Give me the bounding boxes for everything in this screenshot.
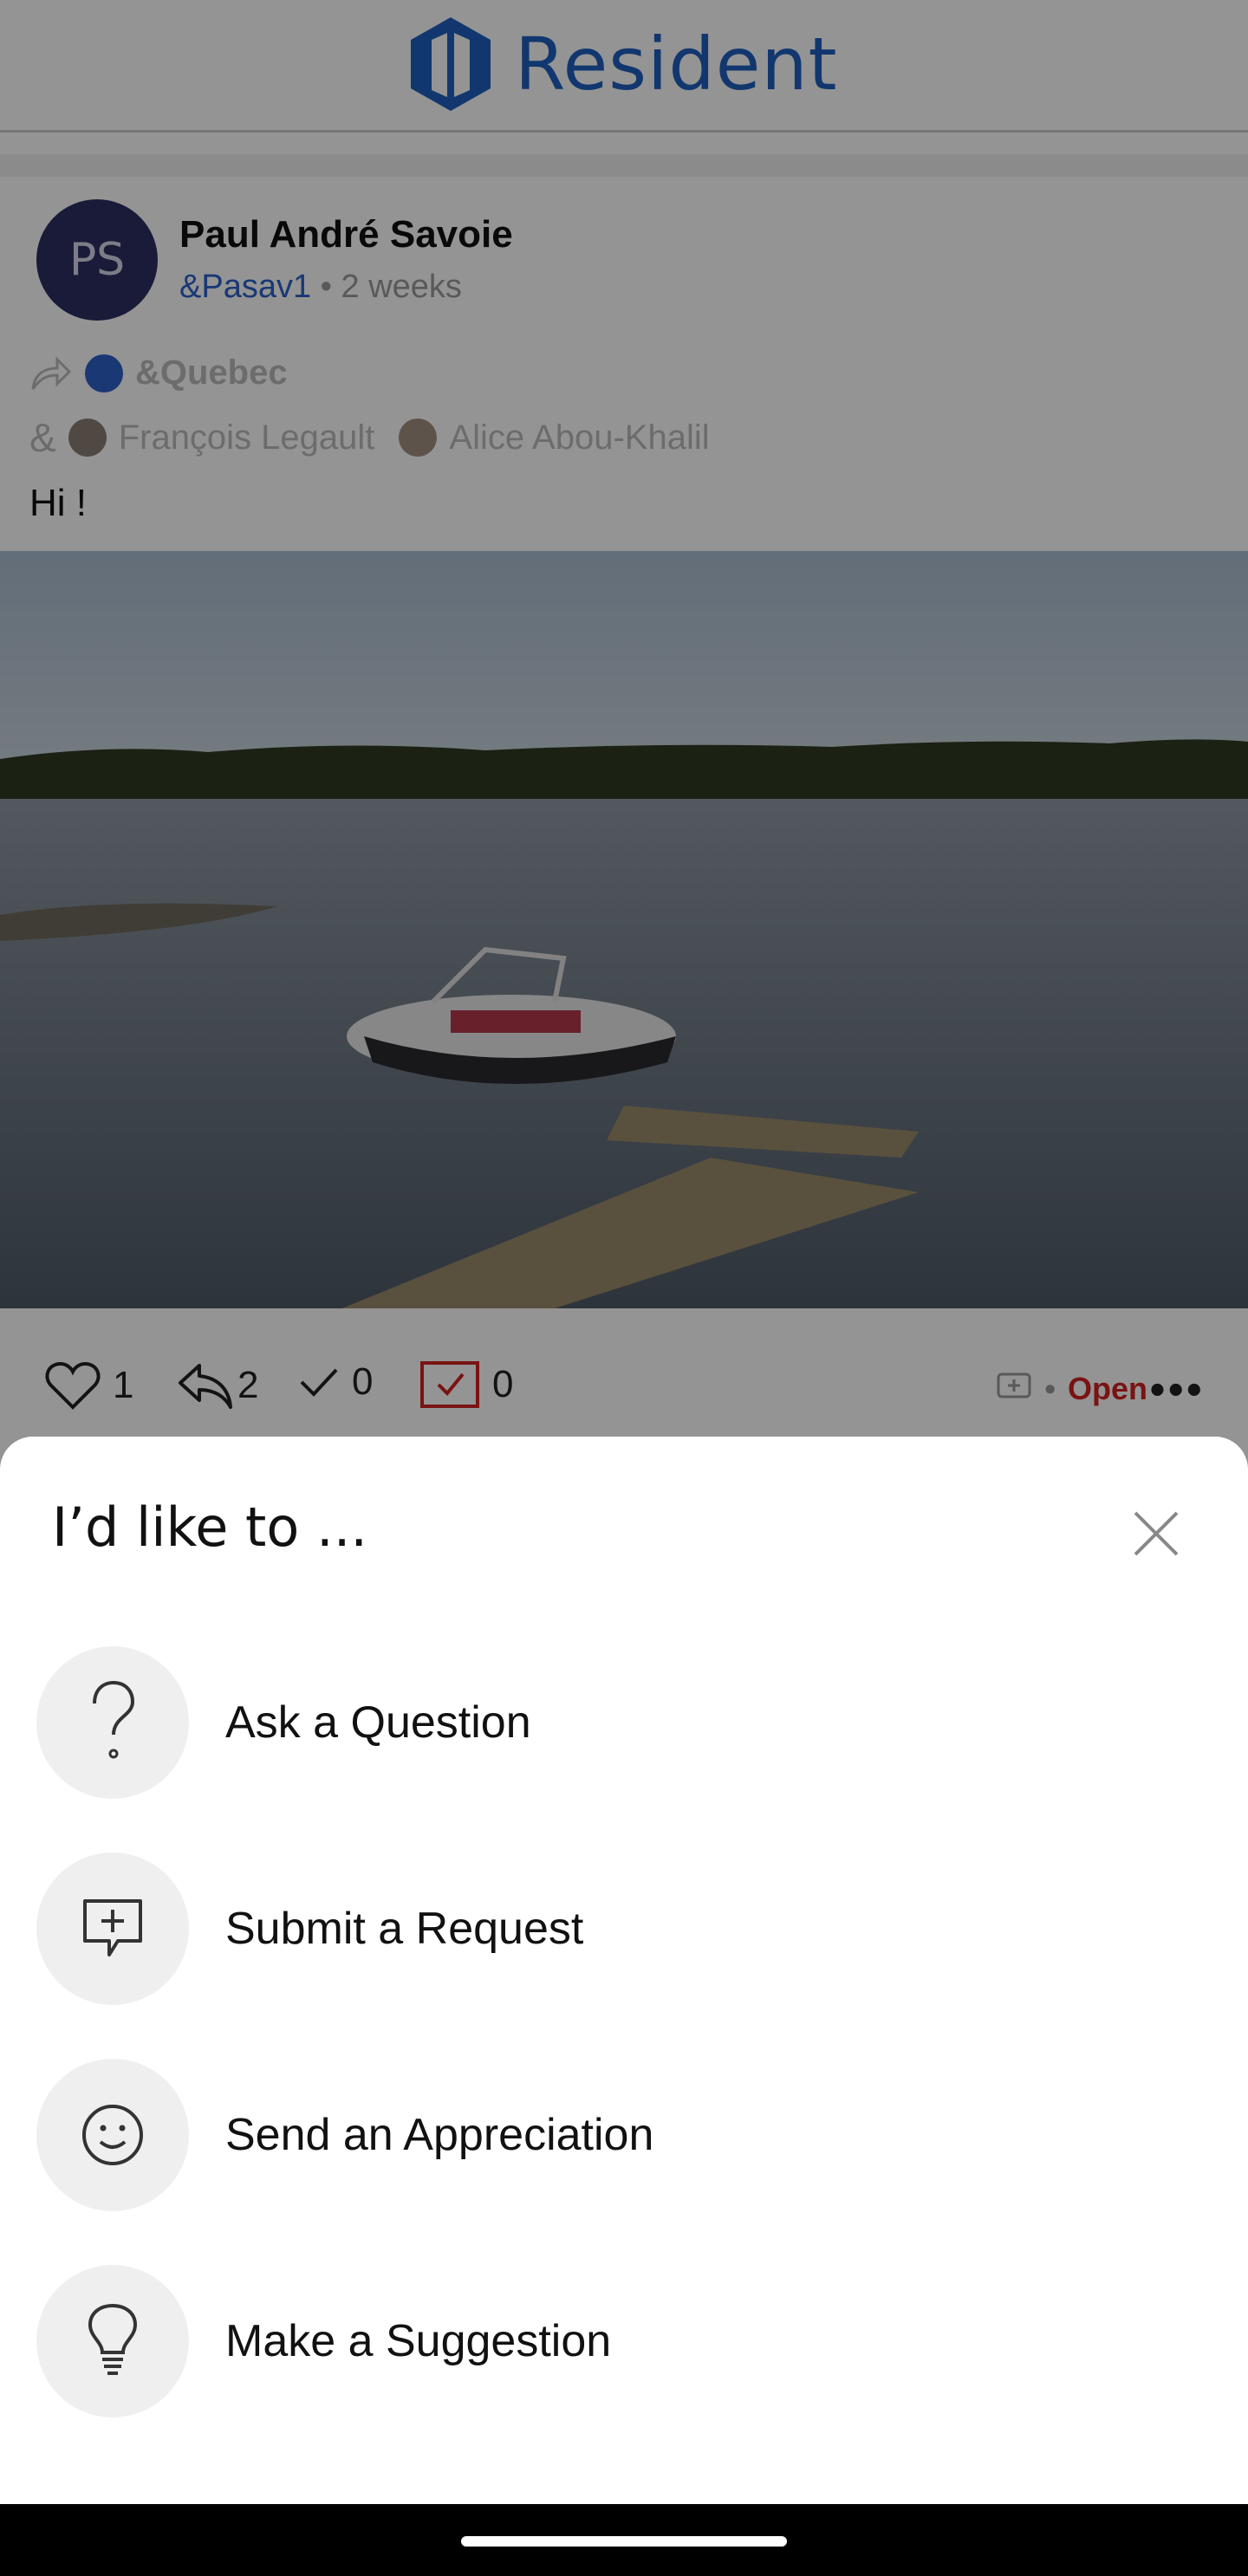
system-nav-bar [0, 2504, 1248, 2576]
close-button[interactable] [1127, 1504, 1186, 1563]
home-indicator[interactable] [461, 2536, 787, 2547]
question-icon [36, 1646, 189, 1799]
ask-question-option[interactable]: Ask a Question [36, 1646, 1198, 1799]
option-label: Make a Suggestion [225, 2316, 612, 2366]
smile-icon [36, 2059, 189, 2211]
action-bottom-sheet: I’d like to ... Ask a Question Submit a … [0, 1437, 1248, 2504]
send-appreciation-option[interactable]: Send an Appreciation [36, 2059, 1198, 2211]
sheet-title: I’d like to ... [52, 1496, 368, 1559]
submit-request-option[interactable]: Submit a Request [36, 1853, 1198, 2005]
close-icon [1134, 1511, 1179, 1556]
option-label: Ask a Question [225, 1697, 531, 1748]
lightbulb-icon [36, 2265, 189, 2417]
request-icon [36, 1853, 189, 2005]
make-suggestion-option[interactable]: Make a Suggestion [36, 2265, 1198, 2417]
option-label: Send an Appreciation [225, 2110, 654, 2160]
option-label: Submit a Request [225, 1904, 584, 1954]
